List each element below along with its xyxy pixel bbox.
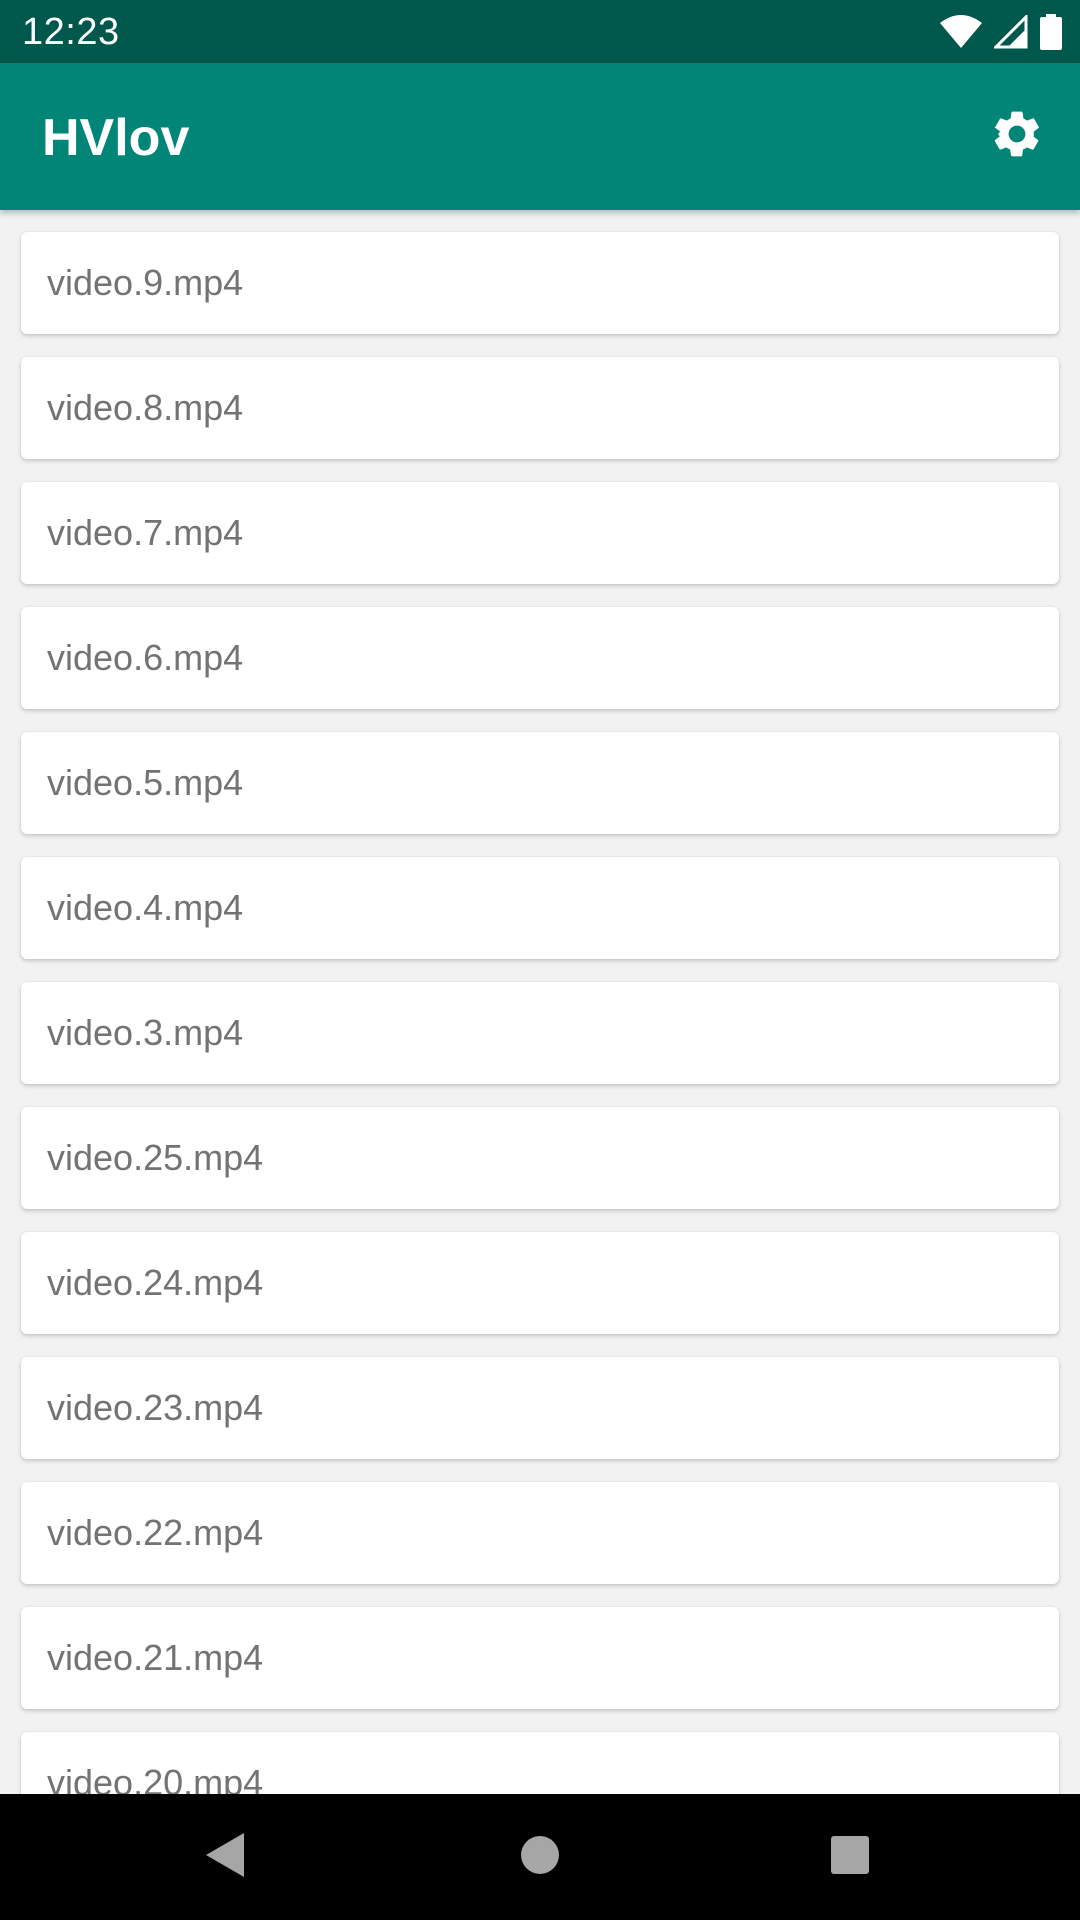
- home-icon: [519, 1834, 561, 1881]
- video-item-label: video.23.mp4: [47, 1387, 264, 1428]
- list-item[interactable]: video.9.mp4: [21, 232, 1059, 334]
- list-item[interactable]: video.5.mp4: [21, 732, 1059, 834]
- cell-signal-icon: [994, 15, 1028, 49]
- recents-button[interactable]: [810, 1817, 890, 1897]
- list-item[interactable]: video.24.mp4: [21, 1232, 1059, 1334]
- list-item[interactable]: video.21.mp4: [21, 1607, 1059, 1709]
- video-item-label: video.3.mp4: [47, 1012, 244, 1053]
- list-item[interactable]: video.20.mp4: [21, 1732, 1059, 1794]
- list-item[interactable]: video.23.mp4: [21, 1357, 1059, 1459]
- gear-icon: [989, 106, 1045, 167]
- recents-icon: [829, 1834, 871, 1881]
- status-time: 12:23: [22, 11, 120, 53]
- navigation-bar: [0, 1794, 1080, 1920]
- video-item-label: video.5.mp4: [47, 762, 244, 803]
- app-bar: HVlov: [0, 63, 1080, 210]
- list-item[interactable]: video.6.mp4: [21, 607, 1059, 709]
- video-item-label: video.8.mp4: [47, 387, 244, 428]
- app-title: HVlov: [42, 109, 190, 167]
- status-icons: [940, 12, 1062, 52]
- video-item-label: video.22.mp4: [47, 1512, 264, 1553]
- settings-button[interactable]: [980, 99, 1054, 173]
- video-item-label: video.4.mp4: [47, 887, 244, 928]
- screen: 12:23 HVlov video.9.mp4 video.8.mp4 vide…: [0, 0, 1080, 1920]
- video-list[interactable]: video.9.mp4 video.8.mp4 video.7.mp4 vide…: [0, 210, 1080, 1794]
- back-icon: [204, 1831, 248, 1884]
- status-bar: 12:23: [0, 0, 1080, 63]
- video-item-label: video.7.mp4: [47, 512, 244, 553]
- video-item-label: video.25.mp4: [47, 1137, 264, 1178]
- back-button[interactable]: [186, 1817, 266, 1897]
- home-button[interactable]: [500, 1817, 580, 1897]
- list-item[interactable]: video.3.mp4: [21, 982, 1059, 1084]
- battery-icon: [1040, 14, 1062, 50]
- list-item[interactable]: video.22.mp4: [21, 1482, 1059, 1584]
- list-item[interactable]: video.25.mp4: [21, 1107, 1059, 1209]
- list-item[interactable]: video.7.mp4: [21, 482, 1059, 584]
- video-item-label: video.6.mp4: [47, 637, 244, 678]
- video-item-label: video.9.mp4: [47, 262, 244, 303]
- video-item-label: video.24.mp4: [47, 1262, 264, 1303]
- list-item[interactable]: video.4.mp4: [21, 857, 1059, 959]
- list-item[interactable]: video.8.mp4: [21, 357, 1059, 459]
- video-item-label: video.21.mp4: [47, 1637, 264, 1678]
- video-item-label: video.20.mp4: [47, 1762, 264, 1794]
- wifi-icon: [940, 15, 982, 49]
